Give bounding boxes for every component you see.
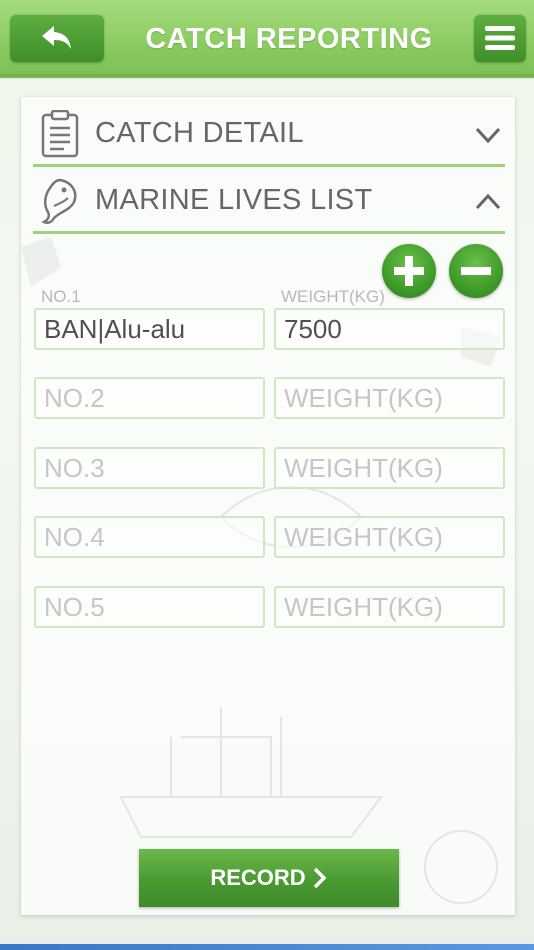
weight-input-3[interactable]: [274, 447, 505, 489]
catch-form-card: CATCH DETAIL MARINE LIVES LIST NO.1 WEIG…: [21, 97, 515, 915]
chevron-down-icon: [475, 127, 501, 144]
app-header: CATCH REPORTING: [0, 0, 534, 80]
catch-detail-section[interactable]: CATCH DETAIL: [33, 103, 505, 167]
item-name-label: NO.1: [41, 287, 81, 306]
add-item-button[interactable]: [382, 244, 436, 298]
clipboard-icon: [37, 108, 83, 160]
weight-input-1[interactable]: [274, 308, 505, 350]
back-arrow-icon: [42, 26, 71, 49]
marine-lives-label: MARINE LIVES LIST: [95, 184, 373, 216]
remove-item-button[interactable]: [449, 244, 503, 298]
chevron-right-icon: [313, 867, 327, 889]
minus-icon: [461, 267, 491, 275]
marine-lives-section[interactable]: MARINE LIVES LIST: [33, 170, 505, 234]
fish-icon: [37, 175, 83, 227]
item-name-input-2[interactable]: [34, 377, 265, 419]
catch-detail-label: CATCH DETAIL: [95, 117, 304, 149]
weight-input-2[interactable]: [274, 377, 505, 419]
item-name-input-4[interactable]: [34, 516, 265, 558]
hamburger-menu-icon: [485, 26, 515, 50]
page-title: CATCH REPORTING: [145, 22, 433, 55]
item-name-input-3[interactable]: [34, 447, 265, 489]
weight-input-4[interactable]: [274, 516, 505, 558]
record-button-label: RECORD: [210, 865, 306, 890]
record-button[interactable]: RECORD: [139, 849, 399, 907]
weight-label: WEIGHT(KG): [281, 287, 385, 306]
menu-button[interactable]: [474, 14, 526, 62]
chevron-up-icon: [475, 193, 501, 210]
plus-icon: [394, 256, 424, 286]
item-name-input-5[interactable]: [34, 586, 265, 628]
item-name-input-1[interactable]: [34, 308, 265, 350]
weight-input-5[interactable]: [274, 586, 505, 628]
bottom-edge: [0, 944, 534, 950]
back-button[interactable]: [10, 14, 104, 62]
